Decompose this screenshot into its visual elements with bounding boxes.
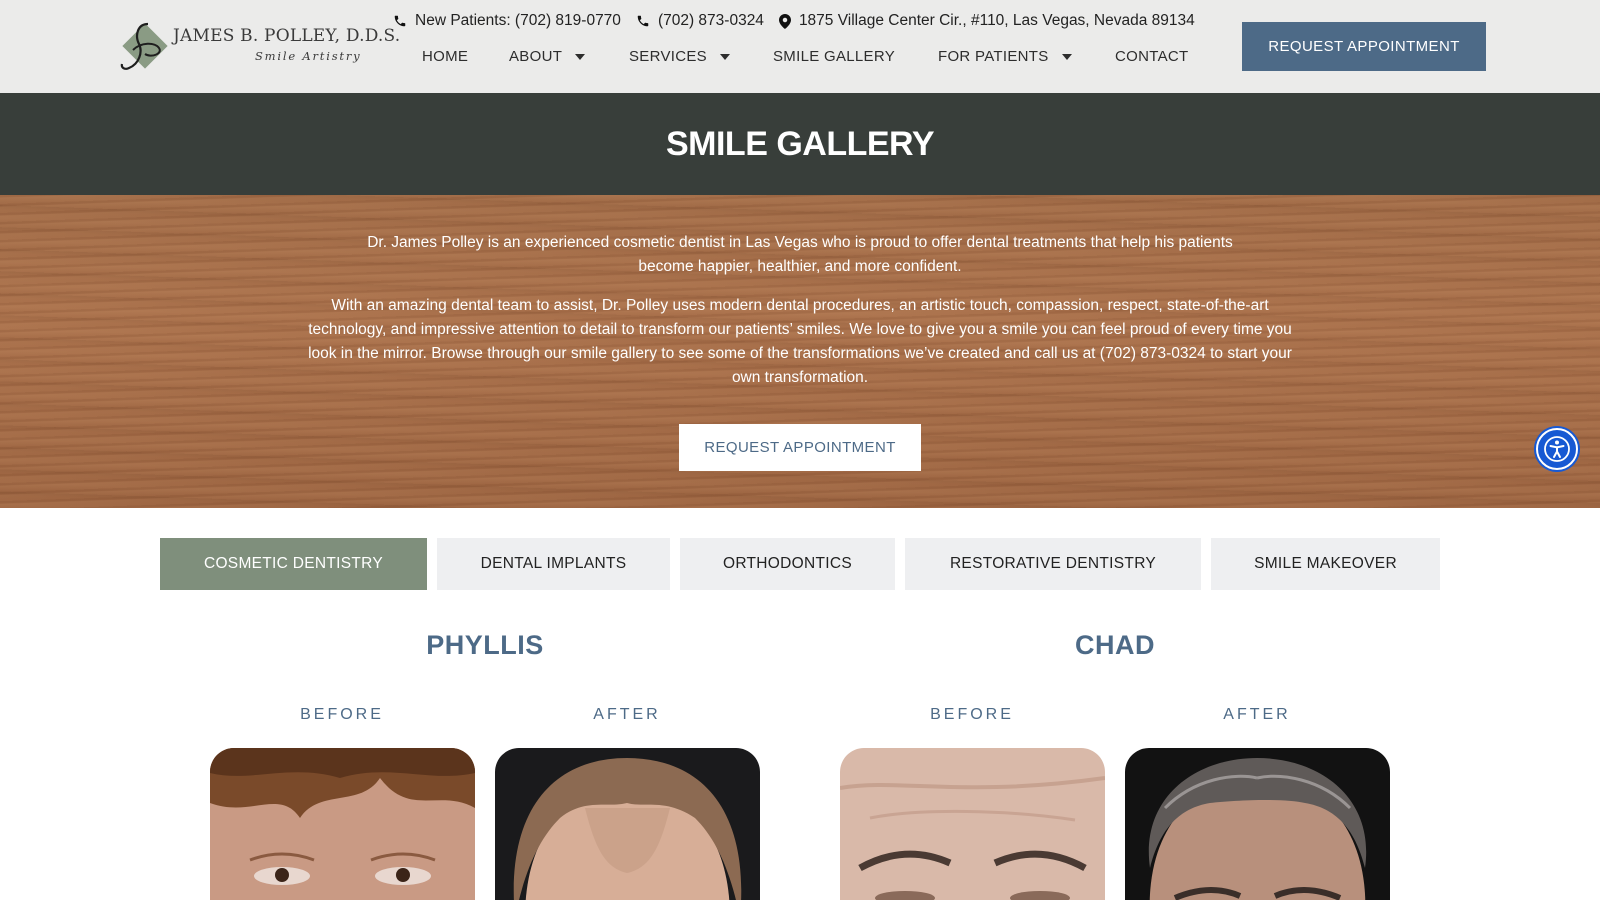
intro-paragraph: With an amazing dental team to assist, D… [308,297,1292,386]
contact-topbar: New Patients: (702) 819-0770 (702) 873-0… [393,11,1210,31]
location-pin-icon [778,13,791,29]
after-label: AFTER [1223,706,1291,723]
tab-orthodontics[interactable]: ORTHODONTICS [680,538,895,590]
nav-item-label: SERVICES [629,48,707,65]
nav-item-about[interactable]: ABOUT [509,48,586,65]
before-photo[interactable] [210,748,475,900]
nav-item-contact[interactable]: CONTACT [1115,48,1188,65]
after-label: AFTER [593,706,661,723]
patient-name: CHAD [1075,630,1155,660]
caret-down-icon [720,53,730,60]
accessibility-button[interactable] [1536,428,1578,470]
before-photo[interactable] [840,748,1105,900]
nav-item-for-patients[interactable]: FOR PATIENTS [938,48,1072,65]
nav-item-services[interactable]: SERVICES [629,48,730,65]
nav-item-home[interactable]: HOME [422,48,468,65]
nav-item-smile-gallery[interactable]: SMILE GALLERY [773,48,895,65]
office-address-label: 1875 Village Center Cir., #110, Las Vega… [798,12,1195,29]
new-patients-label: New Patients: (702) 819-0770 [415,12,621,29]
caret-down-icon [575,53,586,60]
before-label: BEFORE [930,706,1014,723]
site-header: JAMES B. POLLEY, D.D.S. Smile Artistry N… [0,0,1600,93]
nav-item-label: SMILE GALLERY [773,48,896,65]
phone-icon [637,15,649,27]
page-title: SMILE GALLERY [665,124,935,163]
office-phone-label: (702) 873-0324 [657,12,764,29]
accessibility-icon [1544,436,1570,462]
after-photo[interactable] [1125,748,1390,900]
request-appointment-button[interactable]: REQUEST APPOINTMENT [1242,22,1486,71]
office-phone[interactable]: (702) 873-0324 [636,12,764,30]
tab-restorative-dentistry[interactable]: RESTORATIVE DENTISTRY [905,538,1201,590]
intro-hero: Dr. James Polley is an experienced cosme… [0,195,1600,508]
caret-down-icon [1061,53,1072,60]
tab-cosmetic-dentistry[interactable]: COSMETIC DENTISTRY [160,538,427,590]
nav-item-label: HOME [422,48,469,65]
hero-request-appointment-button[interactable]: REQUEST APPOINTMENT [679,424,921,471]
intro-paragraph: Dr. James Polley is an experienced cosme… [367,234,1233,275]
logo-mark-icon [120,22,168,70]
nav-item-label: FOR PATIENTS [938,48,1049,65]
site-logo[interactable]: JAMES B. POLLEY, D.D.S. Smile Artistry [115,20,400,74]
patient-name: PHYLLIS [426,630,544,660]
after-photo[interactable] [495,748,760,900]
nav-item-label: ABOUT [509,48,563,65]
new-patients-phone[interactable]: New Patients: (702) 819-0770 [393,12,621,30]
office-address[interactable]: 1875 Village Center Cir., #110, Las Vega… [778,12,1195,30]
nav-item-label: CONTACT [1115,48,1189,65]
page-title-band: SMILE GALLERY [0,93,1600,195]
before-label: BEFORE [300,706,384,723]
tab-smile-makeover[interactable]: SMILE MAKEOVER [1211,538,1440,590]
phone-icon [394,15,406,27]
logo-tagline: Smile Artistry [255,49,362,63]
logo-name: JAMES B. POLLEY, D.D.S. [173,26,401,46]
tab-dental-implants[interactable]: DENTAL IMPLANTS [437,538,670,590]
